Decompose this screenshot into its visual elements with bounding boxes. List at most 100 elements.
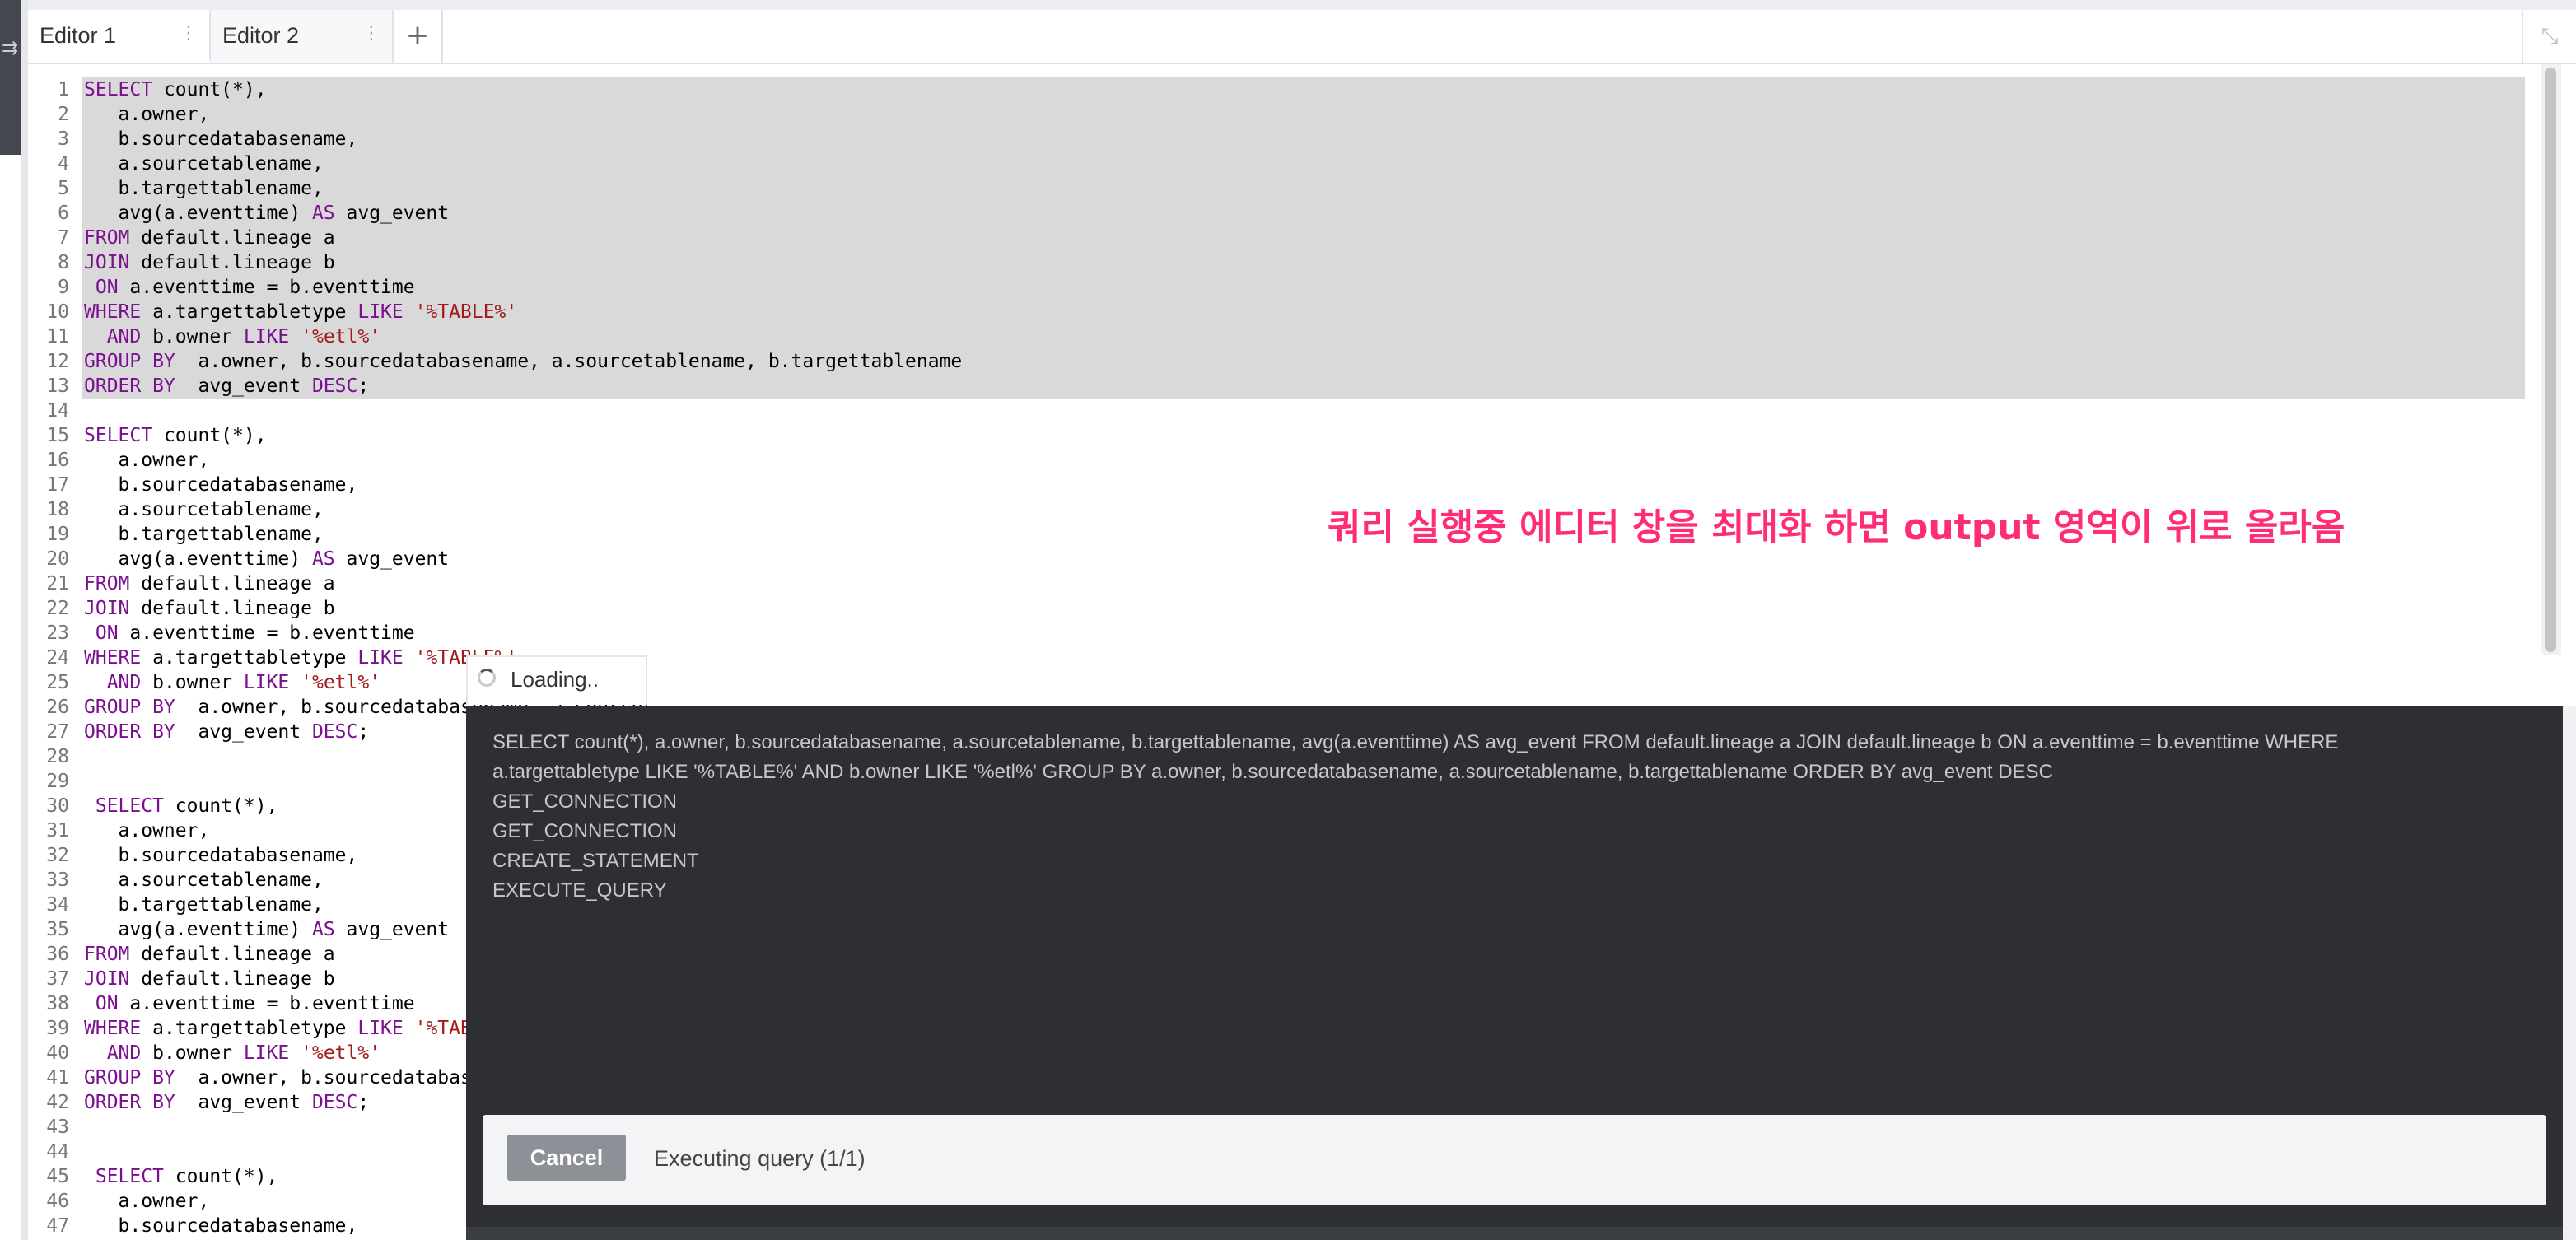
line-number: 9 xyxy=(58,277,69,298)
line-code: JOIN default.lineage b xyxy=(84,967,335,991)
tab-label: Editor 2 xyxy=(222,23,300,48)
line-code: a.owner, xyxy=(84,1189,210,1214)
line-number: 20 xyxy=(46,548,69,570)
sql-keyword: JOIN xyxy=(84,968,130,990)
line-code: WHERE a.targettabletype LIKE '%TABLE%' xyxy=(84,300,517,324)
log-line: GET_CONNECTION xyxy=(492,790,678,813)
maximize-editor-icon[interactable]: ⤡ xyxy=(2522,10,2576,63)
line-code: ON a.eventtime = b.eventtime xyxy=(84,275,415,300)
sql-text: count(*), xyxy=(163,1166,278,1187)
line-number: 40 xyxy=(46,1042,69,1064)
line-code: WHERE a.targettabletype LIKE '%TABLE%' xyxy=(84,1016,517,1041)
sql-keyword: SELECT xyxy=(95,795,164,817)
sql-keyword: SELECT xyxy=(84,425,153,446)
line-code: a.owner, xyxy=(84,448,210,473)
line-number: 31 xyxy=(46,820,69,841)
editor-scrollbar[interactable] xyxy=(2541,64,2561,657)
sql-keyword: AND xyxy=(106,672,142,693)
sql-text: a.sourcetablename, xyxy=(84,153,324,175)
right-edge xyxy=(2563,706,2576,1240)
line-number: 4 xyxy=(58,153,69,175)
sql-text: default.lineage b xyxy=(129,598,335,619)
line-number: 13 xyxy=(46,375,69,397)
line-code: JOIN default.lineage b xyxy=(84,250,335,275)
tab-label: Editor 1 xyxy=(40,23,117,48)
sql-text: b.sourcedatabasename, xyxy=(84,845,358,866)
sql-keyword: ON xyxy=(95,277,119,298)
sql-text: b.targettablename, xyxy=(84,894,324,916)
sql-keyword: ORDER BY xyxy=(84,375,175,397)
sql-keyword: GROUP BY xyxy=(84,351,175,372)
add-tab-button[interactable]: + xyxy=(394,10,443,63)
top-border xyxy=(28,0,2576,10)
log-line: SELECT count(*), a.owner, b.sourcedataba… xyxy=(492,731,2339,753)
sql-keyword: SELECT xyxy=(95,1166,164,1187)
line-number: 30 xyxy=(46,795,69,817)
line-code: b.targettablename, xyxy=(84,522,324,547)
tab-menu-icon[interactable]: ⋮ xyxy=(180,23,198,44)
sql-text: avg(a.eventtime) xyxy=(84,203,312,224)
line-code: ON a.eventtime = b.eventtime xyxy=(84,991,415,1016)
sql-keyword: FROM xyxy=(84,573,130,594)
sql-text: avg_event xyxy=(175,721,312,743)
line-number: 6 xyxy=(58,203,69,224)
sql-keyword: GROUP BY xyxy=(84,697,175,718)
line-code: a.owner, xyxy=(84,102,210,127)
sql-text: b.sourcedatabasename, xyxy=(84,474,358,496)
sql-text: a.owner, xyxy=(84,104,210,125)
line-number: 19 xyxy=(46,524,69,545)
sql-text: default.lineage b xyxy=(129,252,335,273)
line-code: b.targettablename, xyxy=(84,893,324,917)
line-number: 44 xyxy=(46,1141,69,1163)
sql-text: a.eventtime = b.eventtime xyxy=(118,622,415,644)
line-code: avg(a.eventtime) AS avg_event xyxy=(84,547,450,571)
sql-string: '%etl%' xyxy=(301,1042,381,1064)
sql-text: count(*), xyxy=(163,795,278,817)
sql-keyword: FROM xyxy=(84,944,130,965)
line-number: 33 xyxy=(46,869,69,891)
sql-keyword: WHERE xyxy=(84,647,142,669)
sql-text: avg(a.eventtime) xyxy=(84,548,312,570)
line-code: a.sourcetablename, xyxy=(84,868,324,893)
sql-keyword: WHERE xyxy=(84,301,142,323)
line-number: 42 xyxy=(46,1092,69,1113)
sql-text: b.owner xyxy=(141,1042,244,1064)
sql-text: count(*), xyxy=(152,79,267,100)
line-code: ORDER BY avg_event DESC; xyxy=(84,374,369,399)
sql-text: a.sourcetablename, xyxy=(84,499,324,520)
tab-editor-1[interactable]: Editor 1 ⋮ xyxy=(28,10,211,63)
tab-editor-2[interactable]: Editor 2 ⋮ xyxy=(211,10,394,63)
line-code: b.sourcedatabasename, xyxy=(84,473,358,497)
sql-text: avg_event xyxy=(334,548,450,570)
sql-text: a.eventtime = b.eventtime xyxy=(118,277,415,298)
line-number: 21 xyxy=(46,573,69,594)
editor-tab-bar: Editor 1 ⋮ Editor 2 ⋮ + ⤡ xyxy=(28,10,2576,64)
line-number: 1 xyxy=(58,79,69,100)
spinner-icon xyxy=(478,669,496,687)
sql-keyword: ON xyxy=(95,622,119,644)
line-number: 41 xyxy=(46,1067,69,1088)
sql-text: default.lineage a xyxy=(129,573,335,594)
tab-menu-icon[interactable]: ⋮ xyxy=(362,23,380,44)
sql-string: '%etl%' xyxy=(301,672,381,693)
cancel-button[interactable]: Cancel xyxy=(507,1135,626,1181)
line-number: 29 xyxy=(46,771,69,792)
line-number: 32 xyxy=(46,845,69,866)
sql-text: b.sourcedatabasename, xyxy=(84,1215,358,1237)
sidebar-toggle-icon[interactable]: ⇉ xyxy=(2,36,18,59)
editor-scrollbar-thumb[interactable] xyxy=(2545,68,2556,652)
sql-text: a.owner, xyxy=(84,820,210,841)
line-number: 7 xyxy=(58,227,69,249)
sql-keyword: JOIN xyxy=(84,598,130,619)
output-header-gap xyxy=(647,655,2576,706)
log-line: a.targettabletype LIKE '%TABLE%' AND b.o… xyxy=(492,761,2053,783)
line-number: 47 xyxy=(46,1215,69,1237)
line-number: 23 xyxy=(46,622,69,644)
